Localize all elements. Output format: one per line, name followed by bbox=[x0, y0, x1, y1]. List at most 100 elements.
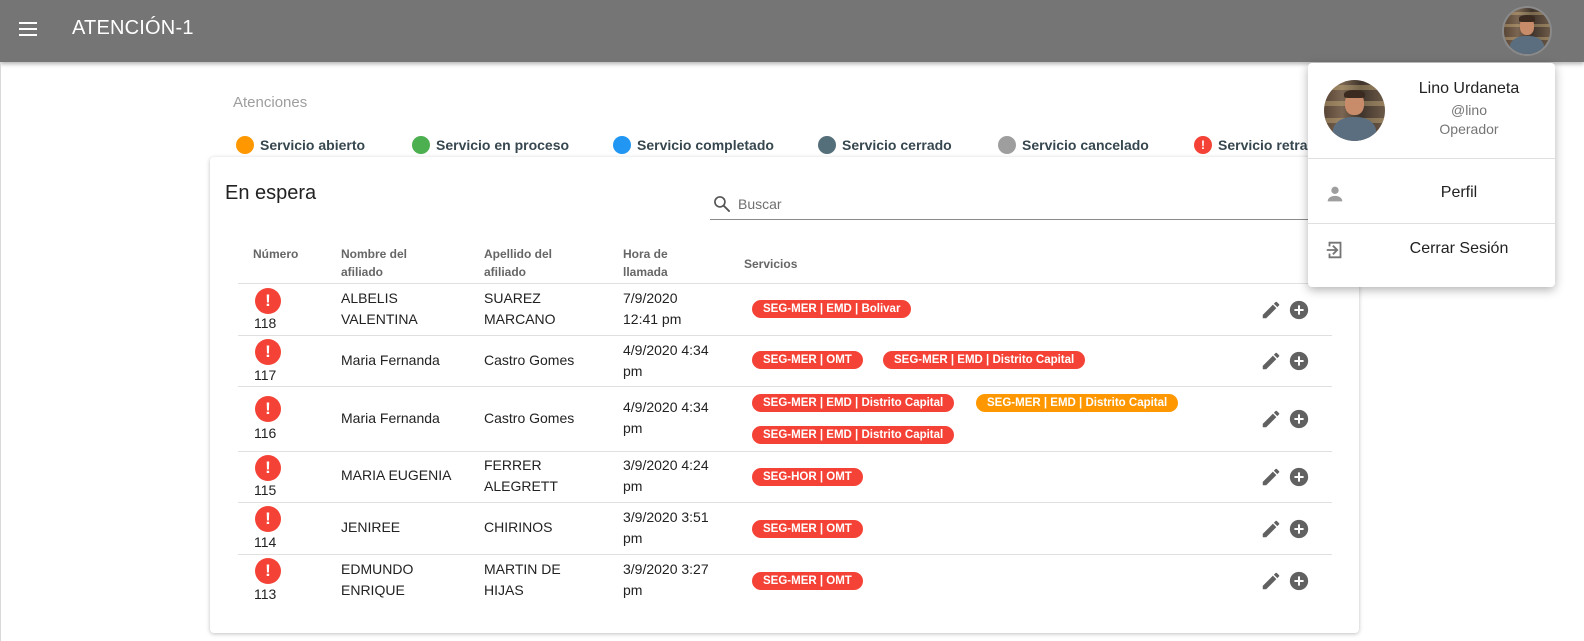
row-number: 118 bbox=[254, 315, 277, 331]
status-dot-icon bbox=[998, 136, 1016, 154]
edit-icon[interactable] bbox=[1260, 408, 1282, 430]
add-icon[interactable] bbox=[1288, 570, 1310, 592]
service-chip[interactable]: SEG-MER | EMD | Distrito Capital bbox=[976, 394, 1179, 412]
column-header-last-name[interactable]: Apellido del afiliado bbox=[484, 245, 574, 281]
call-time-cell: 7/9/2020 12:41 pm bbox=[623, 290, 682, 327]
page-title: Atenciones bbox=[233, 94, 308, 111]
row-number: 116 bbox=[254, 425, 277, 441]
search-icon bbox=[714, 196, 730, 212]
add-icon[interactable] bbox=[1288, 299, 1310, 321]
alert-icon: ! bbox=[255, 288, 281, 314]
table-row[interactable]: ! 117 Maria Fernanda Castro Gomes 4/9/20… bbox=[238, 335, 1332, 386]
user-name: Lino Urdaneta bbox=[1418, 80, 1520, 97]
add-icon[interactable] bbox=[1288, 466, 1310, 488]
alert-icon: ! bbox=[255, 558, 281, 584]
column-header-number[interactable]: Número bbox=[253, 245, 298, 263]
first-name-cell: EDMUNDO ENRIQUE bbox=[341, 561, 414, 598]
legend-item-completed: Servicio completado bbox=[613, 135, 774, 155]
call-time-cell: 4/9/2020 4:34 pm bbox=[623, 342, 709, 379]
row-number: 117 bbox=[254, 367, 277, 383]
menu-icon[interactable] bbox=[16, 18, 42, 44]
first-name-cell: JENIREE bbox=[341, 519, 401, 535]
column-header-first-name[interactable]: Nombre del afiliado bbox=[341, 245, 431, 281]
card-title: En espera bbox=[225, 182, 317, 204]
status-dot-icon bbox=[236, 136, 254, 154]
first-name-cell: ALBELIS VALENTINA bbox=[341, 290, 418, 327]
status-dot-icon bbox=[412, 136, 430, 154]
menu-item-logout[interactable]: Cerrar Sesión bbox=[1308, 221, 1555, 277]
queue-card: En espera Número Nombre del afiliado Ape… bbox=[210, 157, 1359, 633]
legend-item-open: Servicio abierto bbox=[236, 135, 365, 155]
last-name-cell: CHIRINOS bbox=[484, 519, 553, 535]
menu-item-label: Perfil bbox=[1440, 184, 1478, 201]
first-name-cell: Maria Fernanda bbox=[341, 352, 440, 368]
add-icon[interactable] bbox=[1288, 518, 1310, 540]
search-input[interactable] bbox=[738, 193, 1298, 215]
service-chip[interactable]: SEG-HOR | OMT bbox=[752, 468, 863, 486]
table-row[interactable]: ! 118 ALBELIS VALENTINA SUAREZ MARCANO 7… bbox=[238, 283, 1332, 335]
menu-item-profile[interactable]: Perfil bbox=[1308, 165, 1555, 221]
legend-item-in-progress: Servicio en proceso bbox=[412, 135, 569, 155]
add-icon[interactable] bbox=[1288, 408, 1310, 430]
service-chip[interactable]: SEG-MER | EMD | Distrito Capital bbox=[752, 426, 955, 444]
row-number: 115 bbox=[254, 482, 277, 498]
menu-divider bbox=[1308, 158, 1555, 159]
alert-icon: ! bbox=[255, 455, 281, 481]
last-name-cell: MARTIN DE HIJAS bbox=[484, 561, 561, 598]
first-name-cell: Maria Fernanda bbox=[341, 410, 440, 426]
call-time-cell: 4/9/2020 4:34 pm bbox=[623, 399, 709, 436]
edit-icon[interactable] bbox=[1260, 299, 1282, 321]
call-time-cell: 3/9/2020 3:51 pm bbox=[623, 509, 709, 546]
app-bar: ATENCIÓN-1 bbox=[0, 0, 1584, 62]
table-row[interactable]: ! 115 MARIA EUGENIA FERRER ALEGRETT 3/9/… bbox=[238, 451, 1332, 502]
edit-icon[interactable] bbox=[1260, 350, 1282, 372]
add-icon[interactable] bbox=[1288, 350, 1310, 372]
table-row[interactable]: ! 114 JENIREE CHIRINOS 3/9/2020 3:51 pm … bbox=[238, 502, 1332, 554]
user-role: Operador bbox=[1439, 121, 1499, 137]
service-chip[interactable]: SEG-MER | EMD | Distrito Capital bbox=[752, 394, 955, 412]
edit-icon[interactable] bbox=[1260, 518, 1282, 540]
row-number: 113 bbox=[254, 586, 277, 602]
user-handle: @lino bbox=[1450, 102, 1487, 118]
page-edge bbox=[0, 62, 1, 641]
legend-label: Servicio cancelado bbox=[1022, 137, 1149, 153]
service-chip[interactable]: SEG-MER | EMD | Distrito Capital bbox=[883, 351, 1086, 369]
legend-label: Servicio en proceso bbox=[436, 137, 570, 153]
alert-icon: ! bbox=[255, 506, 281, 532]
legend-label: Servicio cerrado bbox=[842, 137, 952, 153]
table-row[interactable]: ! 113 EDMUNDO ENRIQUE MARTIN DE HIJAS 3/… bbox=[238, 554, 1332, 606]
service-chip[interactable]: SEG-MER | OMT bbox=[752, 572, 863, 590]
legend-item-cancelled: Servicio cancelado bbox=[998, 135, 1149, 155]
row-number: 114 bbox=[254, 534, 277, 550]
person-icon bbox=[1327, 186, 1343, 202]
alert-icon: ! bbox=[1194, 136, 1212, 154]
status-legend: Servicio abierto Servicio en proceso Ser… bbox=[236, 135, 1326, 155]
first-name-cell: MARIA EUGENIA bbox=[341, 467, 452, 483]
edit-icon[interactable] bbox=[1260, 570, 1282, 592]
alert-icon: ! bbox=[255, 396, 281, 422]
edit-icon[interactable] bbox=[1260, 466, 1282, 488]
legend-item-closed: Servicio cerrado bbox=[818, 135, 952, 155]
search-field bbox=[710, 191, 1310, 220]
avatar bbox=[1324, 80, 1385, 141]
logout-icon bbox=[1326, 241, 1342, 259]
last-name-cell: Castro Gomes bbox=[484, 352, 575, 368]
legend-item-delayed: ! Servicio retrasado bbox=[1194, 135, 1326, 155]
user-avatar-button[interactable] bbox=[1502, 6, 1552, 56]
status-dot-icon bbox=[818, 136, 836, 154]
column-header-services[interactable]: Servicios bbox=[744, 255, 797, 273]
last-name-cell: Castro Gomes bbox=[484, 410, 575, 426]
last-name-cell: SUAREZ MARCANO bbox=[484, 290, 556, 327]
service-chip[interactable]: SEG-MER | OMT bbox=[752, 520, 863, 538]
table-row[interactable]: ! 116 Maria Fernanda Castro Gomes 4/9/20… bbox=[238, 386, 1332, 451]
call-time-cell: 3/9/2020 3:27 pm bbox=[623, 561, 709, 598]
legend-label: Servicio completado bbox=[637, 137, 774, 153]
alert-icon: ! bbox=[255, 339, 281, 365]
column-header-call-time[interactable]: Hora de llamada bbox=[623, 245, 693, 281]
menu-item-label: Cerrar Sesión bbox=[1409, 240, 1509, 257]
user-menu: Lino Urdaneta @lino Operador Perfil Cerr… bbox=[1308, 63, 1555, 287]
service-chip[interactable]: SEG-MER | EMD | Bolivar bbox=[752, 300, 912, 318]
service-chip[interactable]: SEG-MER | OMT bbox=[752, 351, 863, 369]
status-dot-icon bbox=[613, 136, 631, 154]
app-title: ATENCIÓN-1 bbox=[72, 17, 194, 39]
